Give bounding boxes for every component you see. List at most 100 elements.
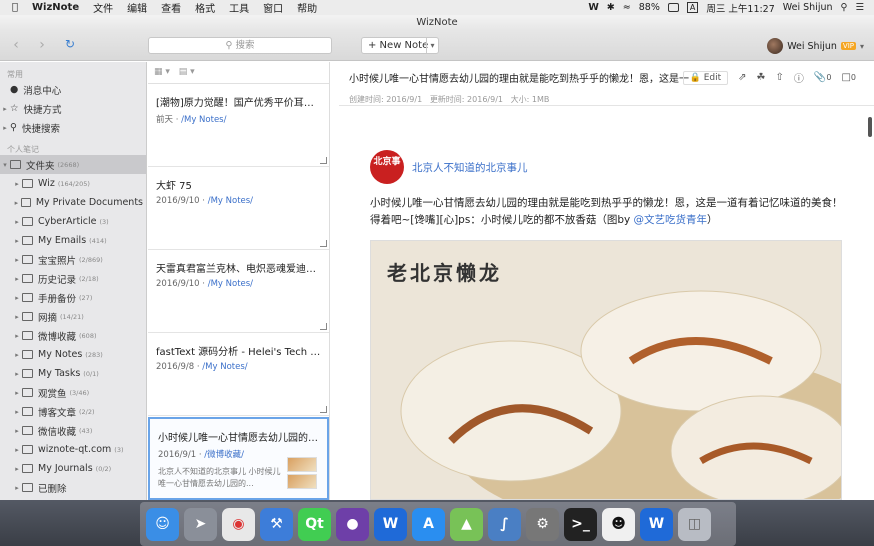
xcode-icon[interactable]: ⚒ bbox=[260, 507, 293, 541]
note-folder[interactable]: /微博收藏/ bbox=[204, 450, 244, 460]
clock[interactable]: 周三 上午11:27 bbox=[706, 1, 774, 15]
sidebar-item-folder[interactable]: ▸ 微信收藏 (43) bbox=[0, 421, 146, 440]
list-item[interactable]: fastText 源码分析 - Helei's Tech Not... 2016… bbox=[148, 333, 329, 416]
sidebar-item-folder[interactable]: ▸ My Tasks (0/1) bbox=[0, 364, 146, 383]
forward-icon[interactable]: › bbox=[34, 37, 50, 53]
menu-file[interactable]: 文件 bbox=[93, 0, 113, 15]
terminal-icon[interactable]: >_ bbox=[564, 507, 597, 541]
user-menu[interactable]: Wei Shijun VIP ▾ bbox=[767, 38, 864, 54]
sidebar-item-folder[interactable]: ▸ wiznote-qt.com (3) bbox=[0, 440, 146, 459]
qt-icon[interactable]: Qt bbox=[298, 507, 331, 541]
sidebar-item-folder[interactable]: ▸ 历史记录 (2/18) bbox=[0, 269, 146, 288]
finder-icon[interactable]: ☺ bbox=[146, 507, 179, 541]
menu-tools[interactable]: 工具 bbox=[229, 0, 249, 15]
menu-window[interactable]: 窗口 bbox=[263, 0, 283, 15]
chevron-right-icon[interactable]: ▸ bbox=[12, 218, 22, 226]
sidebar-item-folder[interactable]: ▸ My Private Documents bbox=[0, 193, 146, 212]
author-link[interactable]: 北京人不知道的北京事儿 bbox=[412, 160, 528, 175]
info-icon[interactable]: ⓘ bbox=[794, 70, 804, 85]
chevron-right-icon[interactable]: ▸ bbox=[12, 389, 22, 397]
attachment-icon[interactable]: 📎0 bbox=[814, 72, 832, 83]
note-folder[interactable]: /My Notes/ bbox=[181, 115, 226, 125]
sidebar-item-folder[interactable]: ▸ My Notes (283) bbox=[0, 345, 146, 364]
github-icon[interactable]: ● bbox=[336, 507, 369, 541]
chevron-right-icon[interactable]: ▸ bbox=[12, 313, 22, 321]
chevron-right-icon[interactable]: ▸ bbox=[12, 294, 22, 302]
app-store-icon[interactable]: A bbox=[412, 507, 445, 541]
sidebar-item-folder[interactable]: ▸ 宝宝照片 (2/869) bbox=[0, 250, 146, 269]
menubar-user[interactable]: Wei Shijun bbox=[783, 2, 833, 13]
sidebar-item-shortcuts[interactable]: ▸ ☆ 快捷方式 bbox=[0, 99, 146, 118]
spotlight-icon[interactable]: ⚲ bbox=[841, 2, 848, 13]
comment-icon[interactable]: □0 bbox=[841, 72, 856, 83]
notification-center-icon[interactable]: ☰ bbox=[855, 2, 864, 13]
android-studio-icon[interactable]: ▲ bbox=[450, 507, 483, 541]
menu-format[interactable]: 格式 bbox=[195, 0, 215, 15]
qq-icon[interactable]: ☻ bbox=[602, 507, 635, 541]
chevron-right-icon[interactable]: ▸ bbox=[12, 484, 22, 492]
chevron-right-icon[interactable]: ▸ bbox=[12, 256, 22, 264]
sidebar-item-folder[interactable]: ▸ My Journals (0/2) bbox=[0, 459, 146, 478]
menu-help[interactable]: 帮助 bbox=[297, 0, 317, 15]
sidebar-item-messages[interactable]: ● 消息中心 bbox=[0, 80, 146, 99]
list-item[interactable]: 大虾 75 2016/9/10 · /My Notes/ bbox=[148, 167, 329, 250]
list-item[interactable]: 天雷真君富兰克林、电炽恶魂爱迪生... 2016/9/10 · /My Note… bbox=[148, 250, 329, 333]
chevron-right-icon[interactable]: ▸ bbox=[12, 199, 21, 207]
new-window-icon[interactable]: ⇗ bbox=[738, 72, 746, 83]
new-note-button[interactable]: + New Note ▾ bbox=[361, 37, 439, 54]
sidebar-item-quick-search[interactable]: ▸ ⚲ 快捷搜索 bbox=[0, 118, 146, 137]
search-input[interactable]: ⚲ 搜索 bbox=[148, 37, 332, 54]
app-menu[interactable]: WizNote bbox=[32, 2, 79, 13]
sidebar-item-folder[interactable]: ▸ 微博收藏 (608) bbox=[0, 326, 146, 345]
chevron-right-icon[interactable]: ▸ bbox=[12, 351, 22, 359]
sidebar-item-folder[interactable]: ▸ My Emails (414) bbox=[0, 231, 146, 250]
wiznote-tray-icon[interactable]: W bbox=[588, 2, 598, 13]
chevron-right-icon[interactable]: ▸ bbox=[12, 408, 22, 416]
back-icon[interactable]: ‹ bbox=[8, 37, 24, 53]
note-folder[interactable]: /My Notes/ bbox=[208, 196, 253, 206]
sidebar-item-folders[interactable]: ▾ 文件夹 (2668) bbox=[0, 155, 146, 174]
scrollbar[interactable] bbox=[868, 117, 872, 137]
wiznote-icon[interactable]: W bbox=[640, 507, 673, 541]
chevron-right-icon[interactable]: ▸ bbox=[12, 370, 22, 378]
sync-icon[interactable]: ↻ bbox=[62, 37, 78, 51]
sidebar-item-folder[interactable]: ▸ 观赏鱼 (3/46) bbox=[0, 383, 146, 402]
chevron-right-icon[interactable]: ▸ bbox=[12, 446, 22, 454]
sidebar-item-folder[interactable]: ▸ 手册备份 (27) bbox=[0, 288, 146, 307]
chevron-right-icon[interactable]: ▸ bbox=[12, 332, 22, 340]
bluetooth-icon[interactable]: ✱ bbox=[607, 2, 615, 13]
menu-edit[interactable]: 编辑 bbox=[127, 0, 147, 15]
sidebar-item-folder[interactable]: ▸ 博客文章 (2/2) bbox=[0, 402, 146, 421]
sort-icon[interactable]: ▤ ▾ bbox=[179, 67, 195, 77]
view-mode-icon[interactable]: ▦ ▾ bbox=[154, 67, 170, 77]
wiznote-icon[interactable]: W bbox=[374, 507, 407, 541]
new-note-dropdown-icon[interactable]: ▾ bbox=[426, 38, 438, 53]
battery-icon[interactable] bbox=[667, 3, 679, 12]
input-method[interactable]: A bbox=[686, 2, 699, 13]
apple-icon[interactable]:  bbox=[12, 2, 18, 13]
chrome-icon[interactable]: ◉ bbox=[222, 507, 255, 541]
menu-view[interactable]: 查看 bbox=[161, 0, 181, 15]
instruments-icon[interactable]: ∫ bbox=[488, 507, 521, 541]
edit-button[interactable]: 🔒 Edit bbox=[682, 70, 729, 85]
wifi-icon[interactable]: ≈ bbox=[623, 2, 631, 13]
tag-icon[interactable]: ☘ bbox=[757, 72, 766, 83]
trash-icon[interactable]: ◫ bbox=[678, 507, 711, 541]
system-preferences-icon[interactable]: ⚙ bbox=[526, 507, 559, 541]
mention-link[interactable]: @文艺吃货青年 bbox=[634, 214, 708, 226]
chevron-right-icon[interactable]: ▸ bbox=[12, 427, 22, 435]
launchpad-icon[interactable]: ➤ bbox=[184, 507, 217, 541]
sidebar-item-folder[interactable]: ▸ Wiz (164/205) bbox=[0, 174, 146, 193]
chevron-right-icon[interactable]: ▸ bbox=[12, 275, 22, 283]
note-folder[interactable]: /My Notes/ bbox=[208, 279, 253, 289]
sidebar-item-folder[interactable]: ▸ 网摘 (14/21) bbox=[0, 307, 146, 326]
share-icon[interactable]: ⇧ bbox=[776, 72, 784, 83]
list-item-selected[interactable]: 小时候儿唯一心甘情愿去幼儿园的理... 2016/9/1 · /微博收藏/ 北京… bbox=[148, 417, 329, 500]
sidebar-item-folder[interactable]: ▸ CyberArticle (3) bbox=[0, 212, 146, 231]
list-item[interactable]: [潮物]原力觉醒！国产优秀平价耳机推... 前天 · /My Notes/ bbox=[148, 84, 329, 167]
note-folder[interactable]: /My Notes/ bbox=[202, 362, 247, 372]
chevron-right-icon[interactable]: ▸ bbox=[12, 180, 22, 188]
chevron-right-icon[interactable]: ▸ bbox=[12, 237, 22, 245]
chevron-right-icon[interactable]: ▸ bbox=[12, 465, 22, 473]
sidebar-item-folder[interactable]: ▸ 已删除 bbox=[0, 478, 146, 497]
